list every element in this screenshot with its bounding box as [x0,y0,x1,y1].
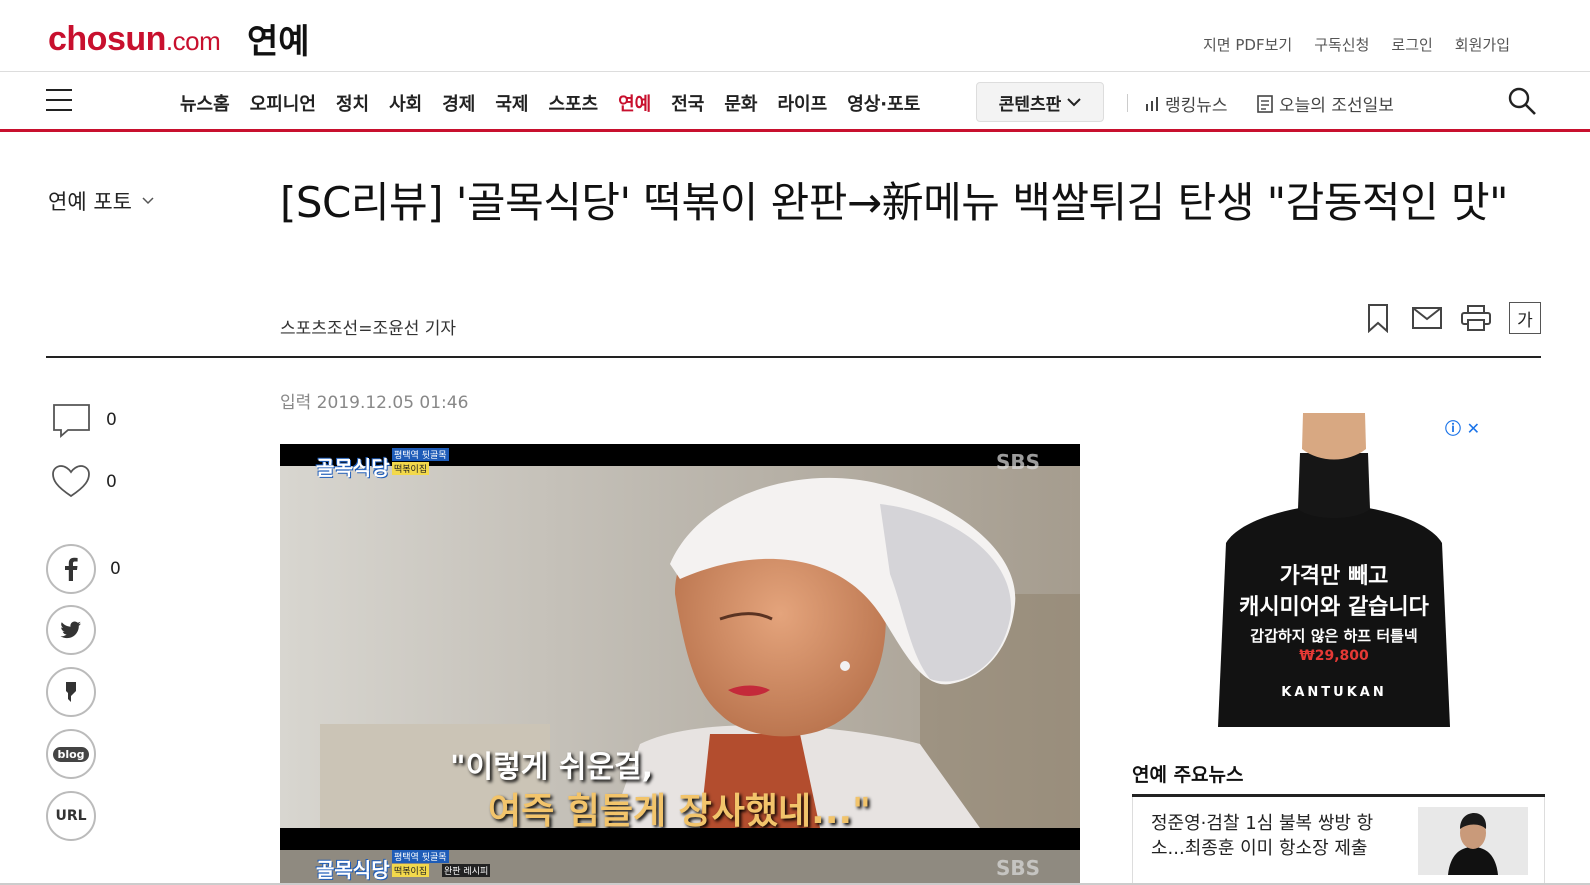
blog-label: blog [53,746,89,762]
main-nav: 뉴스홈 오피니언 정치 사회 경제 국제 스포츠 연예 전국 문화 라이프 영상… [0,72,1590,132]
nav-item-opinion[interactable]: 오피니언 [250,90,316,116]
nav-item-economy[interactable]: 경제 [442,90,475,116]
subtitle-line2: 여즉 힘들게 장사했네..." [488,791,871,832]
section-dropdown[interactable]: 연예 포토 [48,186,154,216]
facebook-share[interactable]: 0 [46,544,121,594]
bookmark-icon[interactable] [1362,302,1393,333]
url-icon: URL [46,791,96,841]
comment-count: 0 [106,410,117,430]
nav-item-international[interactable]: 국제 [495,90,528,116]
utility-links: 지면 PDF보기 구독신청 로그인 회원가입 [1203,34,1510,55]
badge-sub2-2: 떡볶이집 [392,864,430,877]
content-button-label: 콘텐츠판 [998,94,1062,115]
thumbnail-image [1418,807,1528,875]
badge-title: 골목식당 [316,456,390,480]
nav-item-video-photo[interactable]: 영상·포토 [847,90,920,116]
twitter-icon [46,605,96,655]
todays-paper-link[interactable]: 오늘의 조선일보 [1257,91,1394,116]
nav-item-newshome[interactable]: 뉴스홈 [180,90,230,116]
nav-item-culture[interactable]: 문화 [724,90,757,116]
logo-main-text: chosun [48,20,166,58]
kakao-share[interactable] [46,667,96,717]
nav-item-life[interactable]: 라이프 [778,90,828,116]
nav-item-entertainment[interactable]: 연예 [618,90,651,116]
header-divider [46,356,1541,358]
section-dropdown-label: 연예 포토 [48,190,132,214]
ad-headline2: 캐시미어와 같습니다 [1239,595,1429,620]
twitter-share[interactable] [46,605,96,655]
nav-items: 뉴스홈 오피니언 정치 사회 경제 국제 스포츠 연예 전국 문화 라이프 영상… [180,90,920,116]
ad-headline1: 가격만 빼고 [1279,564,1389,589]
input-date: 입력 2019.12.05 01:46 [280,393,469,413]
print-icon[interactable] [1460,302,1491,333]
top-header: chosun.com 연예 지면 PDF보기 구독신청 로그인 회원가입 [0,0,1590,72]
comment-button[interactable]: 0 [46,400,117,440]
like-count: 0 [106,472,117,492]
major-news-title: 연예 주요뉴스 [1132,764,1244,786]
search-icon[interactable] [1507,86,1537,116]
ad-price: ₩29,800 [1299,648,1369,664]
nav-item-national[interactable]: 전국 [671,90,704,116]
ranking-news-link[interactable]: 랭킹뉴스 [1145,91,1228,116]
nav-item-politics[interactable]: 정치 [336,90,369,116]
kakao-story-icon [46,667,96,717]
content-dropdown-button[interactable]: 콘텐츠판 [976,82,1104,122]
todays-paper-label: 오늘의 조선일보 [1279,96,1394,116]
ad-subtext: 갑갑하지 않은 하프 터틀넥 [1250,627,1418,645]
broadcaster-logo: SBS [995,450,1040,474]
login-link[interactable]: 로그인 [1391,34,1432,55]
article-tools: 가 [1362,302,1541,334]
blog-share[interactable]: blog [46,729,96,779]
article-byline: 스포츠조선=조윤선 기자 [280,319,457,339]
logo-suffix-text: .com [165,26,221,56]
badge-title-2: 골목식당 [316,858,390,882]
badge-sub2: 떡볶이집 [392,462,430,475]
facebook-icon [46,544,96,594]
major-news-headline[interactable]: 정준영·검찰 1심 불복 쌍방 항소...최종훈 이미 항소장 제출 [1151,811,1406,861]
nav-item-sports[interactable]: 스포츠 [548,90,598,116]
comment-icon [53,404,90,438]
url-label: URL [55,808,87,824]
email-icon[interactable] [1411,302,1442,333]
ranking-label: 랭킹뉴스 [1165,96,1228,116]
subscribe-link[interactable]: 구독신청 [1314,34,1369,55]
badge-sub1-2: 평택역 뒷골목 [392,850,449,863]
article-headline: [SC리뷰] '골목식당' 떡볶이 완판→新메뉴 백쌀튀김 탄생 "감동적인 맛… [280,178,1509,227]
subtitle-line1: "이렇게 쉬운걸, [450,750,654,785]
broadcaster-logo-2: SBS [995,856,1040,880]
newspaper-icon [1257,94,1273,113]
major-news-thumbnail[interactable] [1418,807,1528,875]
site-logo[interactable]: chosun.com [48,20,221,59]
chevron-down-icon [1067,98,1081,107]
menu-icon[interactable] [46,89,72,111]
ad-close-icon[interactable]: ⓘ ✕ [1445,415,1480,439]
chevron-down-icon [142,197,154,205]
advertisement[interactable]: ⓘ ✕ 가격만 빼고 캐시미어와 같습니다 갑갑하지 않은 하프 터틀넥 ₩29… [1178,413,1490,727]
signup-link[interactable]: 회원가입 [1455,34,1510,55]
badge-sub3: 완판 레시피 [442,864,491,877]
like-button[interactable]: 0 [46,462,117,502]
article-photo[interactable]: 골목식당 평택역 뒷골목 떡볶이집 SBS "이렇게 쉬운걸, 여즉 힘들게 장… [280,444,1080,885]
url-copy[interactable]: URL [46,791,96,841]
facebook-count: 0 [110,559,121,579]
ad-brand: KANTUKAN [1281,685,1387,700]
major-news-item[interactable]: 정준영·검찰 1심 불복 쌍방 항소...최종훈 이미 항소장 제출 [1132,797,1545,885]
bar-chart-icon [1146,96,1158,111]
section-title[interactable]: 연예 [247,14,310,63]
heart-icon [52,465,90,498]
blog-icon: blog [46,729,96,779]
nav-separator [1127,94,1128,112]
nav-item-society[interactable]: 사회 [389,90,422,116]
pdf-link[interactable]: 지면 PDF보기 [1203,34,1292,55]
badge-sub1: 평택역 뒷골목 [392,448,449,461]
font-size-button[interactable]: 가 [1509,302,1541,334]
